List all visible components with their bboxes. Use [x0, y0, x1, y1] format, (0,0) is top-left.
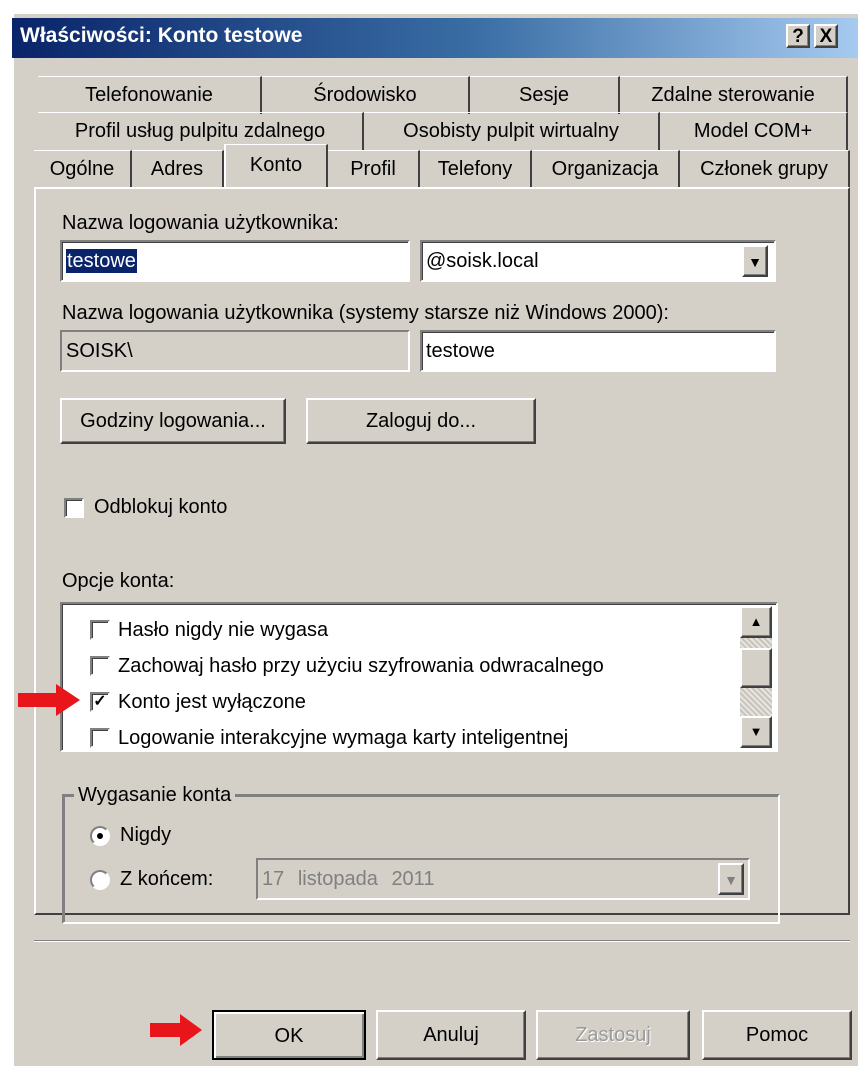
legacy-domain-field: SOISK\ [60, 330, 410, 372]
option-label: Logowanie interakcyjne wymaga karty inte… [118, 727, 569, 749]
separator [34, 940, 850, 942]
tab-organizacja[interactable]: Organizacja [532, 150, 680, 188]
tab-ogolne[interactable]: Ogólne [34, 150, 132, 188]
ok-button[interactable]: OK [212, 1010, 366, 1060]
date-dropdown-button: ▼ [718, 863, 744, 895]
domain-suffix-select[interactable]: @soisk.local [420, 240, 776, 282]
expiry-month: listopada [297, 868, 378, 890]
expiry-end-radio[interactable] [90, 870, 110, 890]
scroll-down-button[interactable]: ▼ [740, 716, 772, 748]
account-expiry-label: Wygasanie konta [74, 784, 236, 807]
legacy-logon-input[interactable]: testowe [420, 330, 776, 372]
close-icon: X [819, 26, 833, 47]
expiry-date-picker: 17 listopada 2011 [256, 858, 750, 900]
option-label: Zachowaj hasło przy użyciu szyfrowania o… [118, 655, 604, 677]
help-icon: ? [792, 26, 804, 47]
domain-suffix-value: @soisk.local [426, 250, 539, 272]
checkmark-icon: ✓ [93, 693, 107, 710]
arrow-up-icon: ▲ [749, 614, 763, 629]
tab-srodowisko[interactable]: Środowisko [262, 76, 470, 114]
tab-sesje[interactable]: Sesje [470, 76, 620, 114]
scroll-up-button[interactable]: ▲ [740, 606, 772, 638]
help-title-button[interactable]: ? [786, 24, 810, 48]
domain-dropdown-button[interactable]: ▼ [742, 245, 768, 277]
expiry-end-label: Z końcem: [120, 868, 214, 890]
expiry-day: 17 [262, 868, 285, 890]
chevron-down-icon: ▼ [724, 872, 738, 888]
option-checkbox-checked[interactable]: ✓ [90, 692, 110, 712]
tab-czlonek-grupy[interactable]: Członek grupy [680, 150, 850, 188]
scroll-thumb[interactable] [740, 648, 772, 688]
option-label: Konto jest wyłączone [118, 691, 306, 713]
expiry-never-radio[interactable] [90, 826, 110, 846]
logon-name-label: Nazwa logowania użytkownika: [62, 212, 339, 234]
tab-profil[interactable]: Profil [328, 150, 420, 188]
expiry-never-label: Nigdy [120, 824, 172, 846]
option-checkbox[interactable] [90, 656, 110, 676]
tab-konto[interactable]: Konto [224, 144, 328, 188]
tab-zdalne-sterowanie[interactable]: Zdalne sterowanie [620, 76, 848, 114]
tab-telefonowanie[interactable]: Telefonowanie [38, 76, 262, 114]
tab-model-com[interactable]: Model COM+ [660, 112, 848, 150]
tab-row-1: Telefonowanie Środowisko Sesje Zdalne st… [38, 76, 848, 114]
apply-button[interactable]: Zastosuj [536, 1010, 690, 1060]
tab-row-2: Profil usług pulpitu zdalnego Osobisty p… [38, 112, 848, 150]
tab-osobisty-pulpit[interactable]: Osobisty pulpit wirtualny [364, 112, 660, 150]
close-title-button[interactable]: X [814, 24, 838, 48]
legacy-logon-label: Nazwa logowania użytkownika (systemy sta… [62, 302, 669, 324]
expiry-year: 2011 [391, 868, 435, 890]
annotation-arrow-icon [150, 1014, 202, 1046]
tab-adres[interactable]: Adres [132, 150, 224, 188]
radio-selected-dot [97, 833, 103, 839]
help-button[interactable]: Pomoc [702, 1010, 852, 1060]
logon-to-button[interactable]: Zaloguj do... [306, 398, 536, 444]
option-label: Hasło nigdy nie wygasa [118, 619, 329, 641]
cancel-button[interactable]: Anuluj [376, 1010, 526, 1060]
tab-telefony[interactable]: Telefony [420, 150, 532, 188]
unlock-account-label: Odblokuj konto [94, 496, 228, 518]
logon-hours-button[interactable]: Godziny logowania... [60, 398, 286, 444]
account-options-label: Opcje konta: [62, 570, 175, 592]
annotation-arrow-icon [18, 684, 80, 716]
arrow-down-icon: ▼ [749, 724, 763, 739]
logon-name-value: testowe [66, 249, 137, 273]
tab-row-3: Ogólne Adres Konto Profil Telefony Organ… [34, 144, 850, 188]
logon-name-input[interactable]: testowe [60, 240, 410, 282]
option-checkbox[interactable] [90, 620, 110, 640]
window-title: Właściwości: Konto testowe [20, 24, 303, 47]
option-checkbox[interactable] [90, 728, 110, 748]
unlock-account-checkbox[interactable] [64, 498, 84, 518]
chevron-down-icon: ▼ [748, 254, 762, 270]
